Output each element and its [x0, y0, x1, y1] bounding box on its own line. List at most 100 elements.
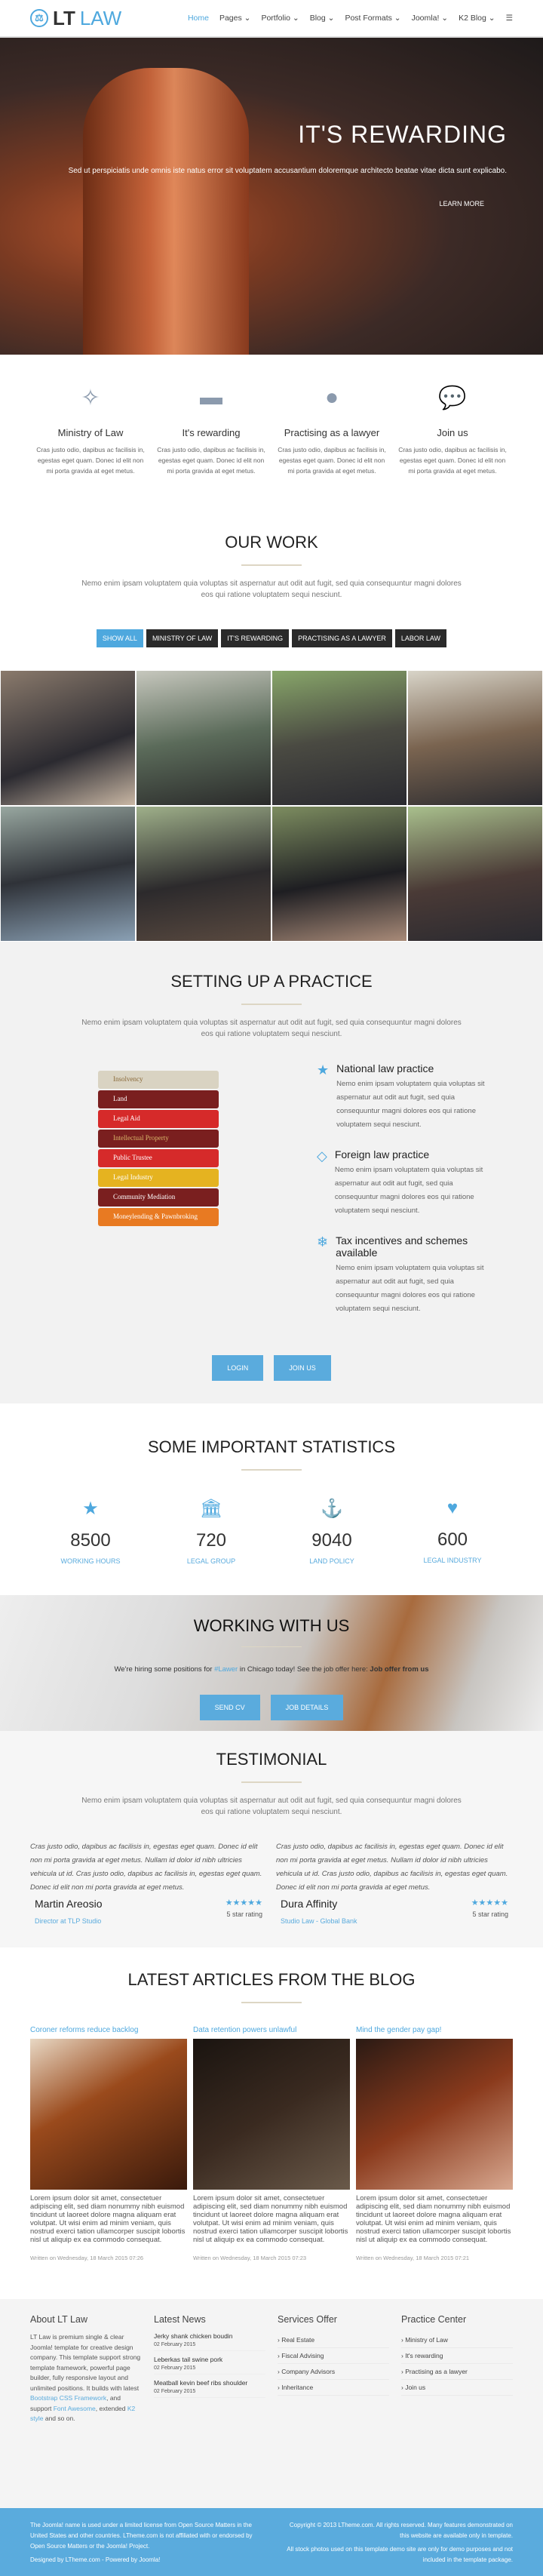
- logo[interactable]: ⚖ LT LAW: [30, 7, 121, 30]
- text: in Chicago today! See the job offer here…: [238, 1665, 370, 1674]
- post-title-link[interactable]: Mind the gender pay gap!: [356, 2026, 513, 2034]
- chat-icon: 💬: [438, 386, 467, 410]
- book-label: Public Trustee: [98, 1149, 219, 1167]
- news-item[interactable]: Jerky shank chicken boudin 02 February 20…: [154, 2332, 265, 2351]
- footer-news: Latest News Jerky shank chicken boudin 02…: [142, 2314, 265, 2478]
- menu-portfolio[interactable]: Portfolio ⌄: [261, 14, 299, 23]
- footer-link[interactable]: › It's rewarding: [401, 2348, 513, 2364]
- author-role[interactable]: Studio Law - Global Bank: [281, 1917, 357, 1925]
- stat-label: WORKING HOURS: [60, 1557, 121, 1565]
- filter-ministry-of-law[interactable]: MINISTRY OF LAW: [146, 629, 219, 647]
- hamburger-icon[interactable]: ☰: [506, 14, 513, 23]
- stat-label: LAND POLICY: [309, 1557, 354, 1565]
- footer-link[interactable]: › Join us: [401, 2380, 513, 2396]
- footer-link[interactable]: › Practising as a lawyer: [401, 2364, 513, 2380]
- post-title-link[interactable]: Data retention powers unlawful: [193, 2026, 350, 2034]
- feature-item: ● Practising as a lawyer Cras justo odio, …: [272, 385, 392, 476]
- logo-text: LT: [53, 6, 75, 29]
- menu-pages[interactable]: Pages ⌄: [219, 14, 251, 23]
- portfolio-image[interactable]: [136, 670, 272, 806]
- item-text: Nemo enim ipsam voluptatem quia voluptas…: [336, 1080, 485, 1129]
- divider: [241, 1469, 302, 1471]
- news-title[interactable]: Meatball kevin beef ribs shoulder: [154, 2379, 265, 2387]
- item-title: Tax incentives and schemes available: [336, 1234, 468, 1259]
- learn-more-link[interactable]: LEARN MORE: [439, 200, 484, 207]
- bootstrap-link[interactable]: Bootstrap CSS Framework: [30, 2394, 106, 2402]
- feature-title[interactable]: Ministry of Law: [36, 427, 145, 438]
- menu-blog[interactable]: Blog ⌄: [310, 14, 335, 23]
- post-image[interactable]: [356, 2039, 513, 2190]
- feature-title[interactable]: Join us: [398, 427, 507, 438]
- filter-its-rewarding[interactable]: IT'S REWARDING: [221, 629, 290, 647]
- hero-text: Sed ut perspiciatis unde omnis iste natu…: [68, 167, 507, 175]
- portfolio-image[interactable]: [136, 806, 272, 942]
- star-rating-icon: ★★★★★: [471, 1898, 508, 1907]
- quote: Cras justo odio, dapibus ac facilisis in…: [30, 1843, 262, 1892]
- join-us-button[interactable]: JOIN US: [274, 1355, 331, 1381]
- footer-link[interactable]: › Real Estate: [278, 2332, 389, 2348]
- blog-post: Coroner reforms reduce backlog Lorem ipsu…: [30, 2026, 187, 2261]
- footer-practice: Practice Center › Ministry of Law › It's…: [389, 2314, 513, 2478]
- footer-link[interactable]: › Fiscal Advising: [278, 2348, 389, 2364]
- portfolio-image[interactable]: [272, 670, 407, 806]
- item-text: Nemo enim ipsam voluptatem quia voluptas…: [334, 1166, 483, 1215]
- font-awesome-link[interactable]: Font Awesome: [54, 2405, 96, 2412]
- menu-post-formats[interactable]: Post Formats ⌄: [345, 14, 400, 23]
- post-title-link[interactable]: Coroner reforms reduce backlog: [30, 2026, 187, 2034]
- author-name: Dura Affinity: [281, 1898, 338, 1910]
- portfolio-image[interactable]: [407, 806, 543, 942]
- stat-value: 720: [195, 1530, 227, 1551]
- diamond-icon: ◇: [317, 1148, 327, 1164]
- login-button[interactable]: LOGIN: [212, 1355, 264, 1381]
- news-item[interactable]: Meatball kevin beef ribs shoulder 02 Febr…: [154, 2379, 265, 2398]
- magic-wand-icon: ✧: [81, 386, 100, 410]
- stat-item: 🏛 720 LEGAL GROUP: [151, 1498, 272, 1565]
- stat-item: ♥ 600 LEGAL INDUSTRY: [392, 1498, 513, 1565]
- book-label: Legal Industry: [98, 1169, 219, 1187]
- section-lead: Nemo enim ipsam voluptatem quia voluptas…: [81, 1797, 462, 1816]
- footer-link[interactable]: › Inheritance: [278, 2380, 389, 2396]
- post-image[interactable]: [193, 2039, 350, 2190]
- menu-joomla[interactable]: Joomla! ⌄: [412, 14, 448, 23]
- feature-title[interactable]: Practising as a lawyer: [278, 427, 386, 438]
- portfolio-image[interactable]: [407, 670, 543, 806]
- portfolio-image[interactable]: [272, 806, 407, 942]
- star-icon: ★: [317, 1062, 330, 1077]
- working-with-us-section: WORKING WITH US We're hiring some positi…: [0, 1595, 543, 1731]
- hiring-text: We're hiring some positions for #Lawer i…: [0, 1665, 543, 1674]
- footer-link[interactable]: › Company Advisors: [278, 2364, 389, 2380]
- send-cv-button[interactable]: SEND CV: [199, 1695, 260, 1720]
- menu-k2-blog[interactable]: K2 Blog ⌄: [459, 14, 495, 23]
- book-icon: ▬: [200, 385, 222, 410]
- job-details-button[interactable]: JOB DETAILS: [270, 1695, 344, 1720]
- filter-practising[interactable]: PRACTISING AS A LAWYER: [292, 629, 392, 647]
- hashtag-link[interactable]: #Lawer: [214, 1665, 238, 1674]
- post-image[interactable]: [30, 2039, 187, 2190]
- news-title[interactable]: Jerky shank chicken boudin: [154, 2332, 265, 2340]
- post-excerpt: Lorem ipsum dolor sit amet, consectetuer…: [356, 2194, 511, 2244]
- author-role[interactable]: Director at TLP Studio: [35, 1917, 102, 1925]
- job-offer-link[interactable]: Job offer from us: [370, 1665, 428, 1674]
- license-text: The Joomla! name is used under a limited…: [30, 2522, 253, 2550]
- footer-heading: About LT Law: [30, 2314, 87, 2325]
- filter-show-all[interactable]: SHOW ALL: [96, 629, 143, 647]
- feature-text: Cras justo odio, dapibus ac facilisis in…: [157, 446, 265, 475]
- news-item[interactable]: Leberkas tail swine pork 02 February 2015: [154, 2356, 265, 2375]
- disclaimer-text: All stock photos used on this template d…: [287, 2546, 513, 2563]
- news-title[interactable]: Leberkas tail swine pork: [154, 2356, 265, 2363]
- post-date: Written on Wednesday, 18 March 2015 07:2…: [356, 2255, 470, 2261]
- portfolio-image[interactable]: [0, 670, 136, 806]
- feature-title[interactable]: It's rewarding: [157, 427, 265, 438]
- stat-value: 8500: [70, 1530, 111, 1551]
- star-rating-icon: ★★★★★: [225, 1898, 262, 1907]
- section-title: LATEST ARTICLES FROM THE BLOG: [127, 1970, 416, 1989]
- item-title: Foreign law practice: [334, 1148, 430, 1160]
- filter-labor-law[interactable]: LABOR LAW: [394, 629, 447, 647]
- portfolio-image[interactable]: [0, 806, 136, 942]
- footer-link[interactable]: › Ministry of Law: [401, 2332, 513, 2348]
- menu-home[interactable]: Home: [188, 14, 209, 23]
- post-date: Written on Wednesday, 18 March 2015 07:2…: [193, 2255, 307, 2261]
- scales-icon: ⚖: [30, 9, 48, 27]
- footer-heading: Practice Center: [401, 2314, 467, 2325]
- section-lead: Nemo enim ipsam voluptatem quia voluptas…: [81, 579, 462, 599]
